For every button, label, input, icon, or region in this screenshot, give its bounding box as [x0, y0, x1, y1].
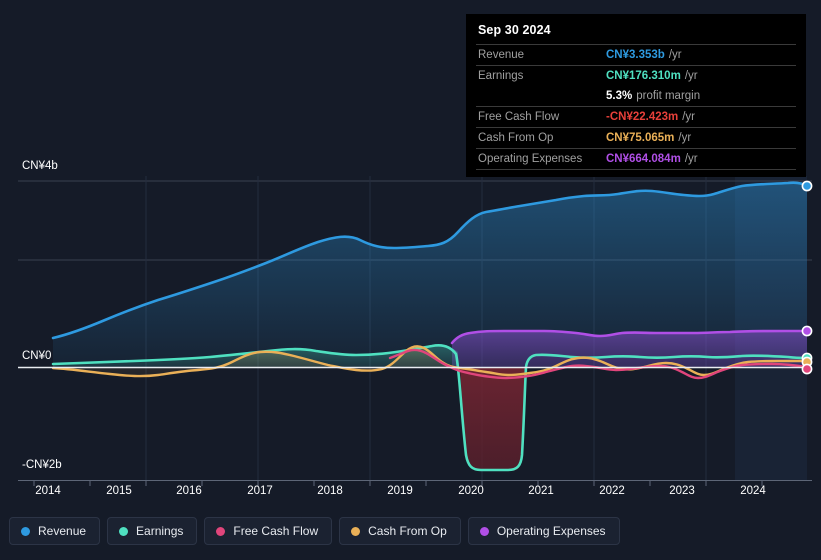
chart-legend: Revenue Earnings Free Cash Flow Cash Fro… [9, 517, 620, 545]
financial-chart: CN¥4b CN¥0 -CN¥2b 2014 2015 2016 2017 20… [0, 0, 821, 560]
legend-label-operating-expenses: Operating Expenses [496, 524, 606, 538]
tooltip-unit-revenue: /yr [668, 49, 682, 61]
y-axis-label-zero: CN¥0 [22, 350, 52, 362]
x-axis-label-2019: 2019 [387, 485, 413, 497]
tooltip-row-operating-expenses: Operating Expenses CN¥664.084m /yr [476, 148, 796, 169]
tooltip-value-free-cash-flow: -CN¥22.423m [606, 111, 679, 123]
revenue-color-icon [21, 526, 30, 536]
tooltip-value-profit-margin: 5.3% [606, 90, 633, 102]
operating-expenses-endpoint-marker [801, 325, 813, 337]
tooltip-row-cash-from-op: Cash From Op CN¥75.065m /yr [476, 127, 796, 148]
legend-label-free-cash-flow: Free Cash Flow [233, 524, 319, 538]
x-axis-label-2024: 2024 [740, 485, 766, 497]
x-axis-label-2018: 2018 [317, 485, 343, 497]
tooltip-unit-cash-from-op: /yr [678, 132, 692, 144]
free-cash-flow-color-icon [216, 526, 226, 536]
legend-label-revenue: Revenue [38, 524, 87, 538]
tooltip-label-operating-expenses: Operating Expenses [478, 153, 583, 165]
tooltip-row-free-cash-flow: Free Cash Flow -CN¥22.423m /yr [476, 106, 796, 127]
x-axis-label-2017: 2017 [247, 485, 273, 497]
free-cash-flow-endpoint-marker [801, 363, 813, 375]
tooltip-unit-operating-expenses: /yr [684, 153, 698, 165]
operating-expenses-color-icon [479, 526, 489, 536]
tooltip-label-cash-from-op: Cash From Op [478, 132, 554, 144]
legend-label-cash-from-op: Cash From Op [368, 524, 447, 538]
x-axis-label-2014: 2014 [35, 485, 61, 497]
x-axis-label-2015: 2015 [106, 485, 132, 497]
legend-item-cash-from-op[interactable]: Cash From Op [339, 517, 461, 545]
y-axis-label-bottom: -CN¥2b [22, 459, 62, 471]
tooltip-unit-free-cash-flow: /yr [682, 111, 696, 123]
tooltip-value-earnings: CN¥176.310m [606, 70, 681, 82]
tooltip-unit-profit-margin: profit margin [636, 90, 701, 102]
tooltip-label-free-cash-flow: Free Cash Flow [478, 111, 560, 123]
legend-label-earnings: Earnings [136, 524, 184, 538]
tooltip-label-earnings: Earnings [478, 70, 524, 82]
cash-from-op-color-icon [351, 526, 361, 536]
x-axis-label-2020: 2020 [458, 485, 484, 497]
legend-item-free-cash-flow[interactable]: Free Cash Flow [204, 517, 333, 545]
y-axis-label-top: CN¥4b [22, 160, 58, 172]
chart-tooltip: Sep 30 2024 Revenue CN¥3.353b /yr Earnin… [466, 14, 806, 177]
earnings-area-negative [460, 367, 526, 471]
legend-item-operating-expenses[interactable]: Operating Expenses [467, 517, 620, 545]
legend-item-earnings[interactable]: Earnings [107, 517, 198, 545]
x-axis-label-2022: 2022 [599, 485, 625, 497]
tooltip-label-revenue: Revenue [478, 49, 525, 61]
x-axis-label-2016: 2016 [176, 485, 202, 497]
tooltip-unit-earnings: /yr [684, 70, 698, 82]
tooltip-value-cash-from-op: CN¥75.065m [606, 132, 675, 144]
tooltip-date: Sep 30 2024 [478, 23, 551, 37]
tooltip-bottom-divider [476, 169, 796, 171]
x-axis-label-2023: 2023 [669, 485, 695, 497]
tooltip-value-revenue: CN¥3.353b [606, 49, 665, 61]
tooltip-row-profit-margin: 5.3% profit margin [476, 86, 796, 106]
revenue-endpoint-marker [801, 180, 813, 192]
tooltip-row-revenue: Revenue CN¥3.353b /yr [476, 44, 796, 65]
earnings-color-icon [119, 526, 129, 536]
legend-item-revenue[interactable]: Revenue [9, 517, 101, 545]
tooltip-row-earnings: Earnings CN¥176.310m /yr [476, 65, 796, 86]
x-axis-label-2021: 2021 [528, 485, 554, 497]
tooltip-value-operating-expenses: CN¥664.084m [606, 153, 681, 165]
